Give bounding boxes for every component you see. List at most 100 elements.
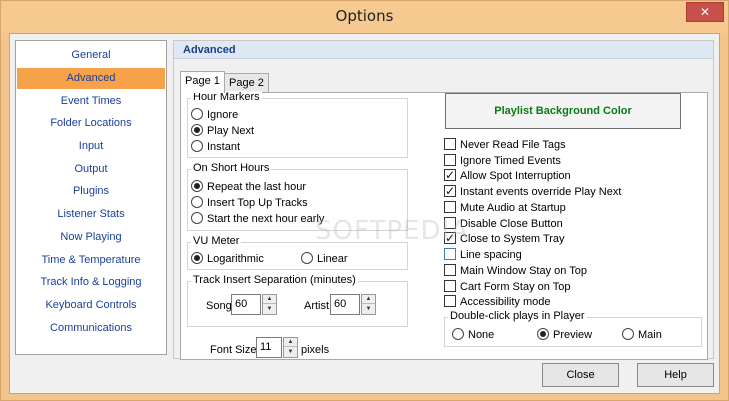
window-close-button[interactable]: ✕	[686, 2, 724, 22]
radio-label: None	[468, 329, 495, 341]
radio-indicator[interactable]	[452, 328, 464, 340]
radio-label: Ignore	[207, 109, 239, 121]
sidebar-item-input[interactable]: Input	[17, 136, 165, 157]
radio-double-click-preview[interactable]: Preview	[537, 328, 592, 342]
checkbox-indicator[interactable]	[444, 264, 456, 276]
vu-meter-group: VU Meter Logarithmic Linear	[187, 235, 408, 270]
title-bar[interactable]: Options ✕	[1, 1, 728, 33]
hour-markers-group: Hour Markers Ignore Play Next Instant	[187, 91, 408, 158]
checkbox-indicator[interactable]	[444, 201, 456, 213]
checkbox-label: Line spacing	[460, 249, 522, 261]
song-separation-input[interactable]: 60	[231, 294, 261, 315]
checkbox-indicator[interactable]	[444, 168, 456, 182]
checkbox-allow-spot-interruption[interactable]: Allow Spot Interruption	[444, 168, 571, 183]
radio-start-next-hour[interactable]: Start the next hour early	[191, 212, 324, 226]
playlist-background-color-button[interactable]: Playlist Background Color	[445, 93, 681, 129]
radio-double-click-main[interactable]: Main	[622, 328, 662, 342]
checkbox-accessibility-mode[interactable]: Accessibility mode	[444, 295, 550, 309]
advanced-panel: Advanced Page 1 Page 2 Hour Markers Igno…	[173, 40, 714, 360]
radio-insert-top-up[interactable]: Insert Top Up Tracks	[191, 196, 308, 210]
checkbox-line-spacing[interactable]: Line spacing	[444, 248, 522, 262]
options-window: Options ✕ General Advanced Event Times F…	[0, 0, 729, 401]
checkbox-never-read-file-tags[interactable]: Never Read File Tags	[444, 138, 566, 152]
radio-label: Preview	[553, 329, 593, 341]
checkbox-cart-form-stay-on-top[interactable]: Cart Form Stay on Top	[444, 280, 570, 294]
radio-indicator[interactable]	[537, 328, 549, 340]
tab-page-1[interactable]: Page 1	[180, 71, 225, 93]
radio-linear[interactable]: Linear	[301, 252, 348, 266]
help-button[interactable]: Help	[637, 363, 714, 387]
sidebar-item-time-temperature[interactable]: Time & Temperature	[17, 250, 165, 271]
checkbox-label: Never Read File Tags	[460, 139, 566, 151]
down-arrow-icon[interactable]: ▼	[263, 305, 276, 314]
radio-indicator[interactable]	[301, 252, 313, 264]
checkbox-main-window-stay-on-top[interactable]: Main Window Stay on Top	[444, 264, 587, 278]
checkbox-indicator[interactable]	[444, 184, 456, 198]
radio-hour-ignore[interactable]: Ignore	[191, 108, 238, 122]
artist-separation-stepper[interactable]: ▲ ▼	[361, 294, 376, 315]
sidebar-item-output[interactable]: Output	[17, 159, 165, 180]
radio-indicator[interactable]	[191, 108, 203, 120]
checkbox-label: Mute Audio at Startup	[460, 202, 566, 214]
song-label: Song	[206, 300, 232, 312]
checkbox-indicator[interactable]	[444, 295, 456, 307]
checkbox-label: Accessibility mode	[460, 296, 551, 308]
radio-indicator[interactable]	[191, 180, 203, 192]
checkbox-label: Close to System Tray	[460, 233, 565, 245]
radio-indicator[interactable]	[191, 140, 203, 152]
checkbox-indicator[interactable]	[444, 138, 456, 150]
track-separation-label: Track Insert Separation (minutes)	[191, 274, 358, 286]
sidebar-item-track-info-logging[interactable]: Track Info & Logging	[17, 272, 165, 293]
sidebar-item-folder-locations[interactable]: Folder Locations	[17, 113, 165, 134]
radio-hour-instant[interactable]: Instant	[191, 140, 240, 154]
radio-logarithmic[interactable]: Logarithmic	[191, 252, 264, 266]
down-arrow-icon[interactable]: ▼	[362, 305, 375, 314]
close-button[interactable]: Close	[542, 363, 619, 387]
song-separation-stepper[interactable]: ▲ ▼	[262, 294, 277, 315]
sidebar-item-keyboard-controls[interactable]: Keyboard Controls	[17, 295, 165, 316]
checkbox-label: Instant events override Play Next	[460, 186, 622, 198]
radio-indicator[interactable]	[191, 252, 203, 264]
track-separation-group: Track Insert Separation (minutes) Song 6…	[187, 274, 408, 327]
radio-indicator[interactable]	[191, 196, 203, 208]
checkbox-ignore-timed-events[interactable]: Ignore Timed Events	[444, 154, 561, 168]
radio-label: Insert Top Up Tracks	[207, 197, 308, 209]
artist-label: Artist	[304, 300, 330, 312]
checkbox-instant-events-override[interactable]: Instant events override Play Next	[444, 184, 622, 199]
font-size-input[interactable]: 11	[256, 337, 282, 358]
sidebar-item-event-times[interactable]: Event Times	[17, 91, 165, 112]
sidebar-item-plugins[interactable]: Plugins	[17, 181, 165, 202]
sidebar-item-now-playing[interactable]: Now Playing	[17, 227, 165, 248]
sidebar-item-advanced[interactable]: Advanced	[17, 68, 165, 89]
up-arrow-icon[interactable]: ▲	[362, 295, 375, 304]
font-size-unit: pixels	[301, 344, 330, 356]
up-arrow-icon[interactable]: ▲	[263, 295, 276, 304]
sidebar-item-communications[interactable]: Communications	[17, 318, 165, 339]
font-size-stepper[interactable]: ▲ ▼	[283, 337, 298, 358]
radio-label: Logarithmic	[207, 253, 264, 265]
tab-page-2[interactable]: Page 2	[224, 73, 269, 93]
checkbox-mute-audio-at-startup[interactable]: Mute Audio at Startup	[444, 201, 566, 215]
checkbox-label: Allow Spot Interruption	[460, 170, 571, 182]
sidebar-item-listener-stats[interactable]: Listener Stats	[17, 204, 165, 225]
vu-meter-label: VU Meter	[191, 235, 242, 247]
radio-indicator[interactable]	[191, 212, 203, 224]
radio-repeat-last-hour[interactable]: Repeat the last hour	[191, 180, 306, 194]
sidebar-item-general[interactable]: General	[17, 45, 165, 66]
radio-hour-play-next[interactable]: Play Next	[191, 124, 254, 138]
radio-indicator[interactable]	[622, 328, 634, 340]
checkbox-indicator[interactable]	[444, 248, 456, 260]
checkbox-indicator[interactable]	[444, 154, 456, 166]
up-arrow-icon[interactable]: ▲	[284, 338, 297, 347]
options-category-list: General Advanced Event Times Folder Loca…	[15, 40, 167, 355]
radio-double-click-none[interactable]: None	[452, 328, 494, 342]
radio-label: Start the next hour early	[207, 213, 325, 225]
radio-indicator[interactable]	[191, 124, 203, 136]
checkbox-label: Main Window Stay on Top	[460, 265, 587, 277]
checkbox-indicator[interactable]	[444, 280, 456, 292]
down-arrow-icon[interactable]: ▼	[284, 348, 297, 357]
radio-label: Instant	[207, 141, 241, 153]
artist-separation-input[interactable]: 60	[330, 294, 360, 315]
double-click-group: Double-click plays in Player None Previe…	[444, 310, 702, 347]
window-title: Options	[335, 7, 394, 25]
